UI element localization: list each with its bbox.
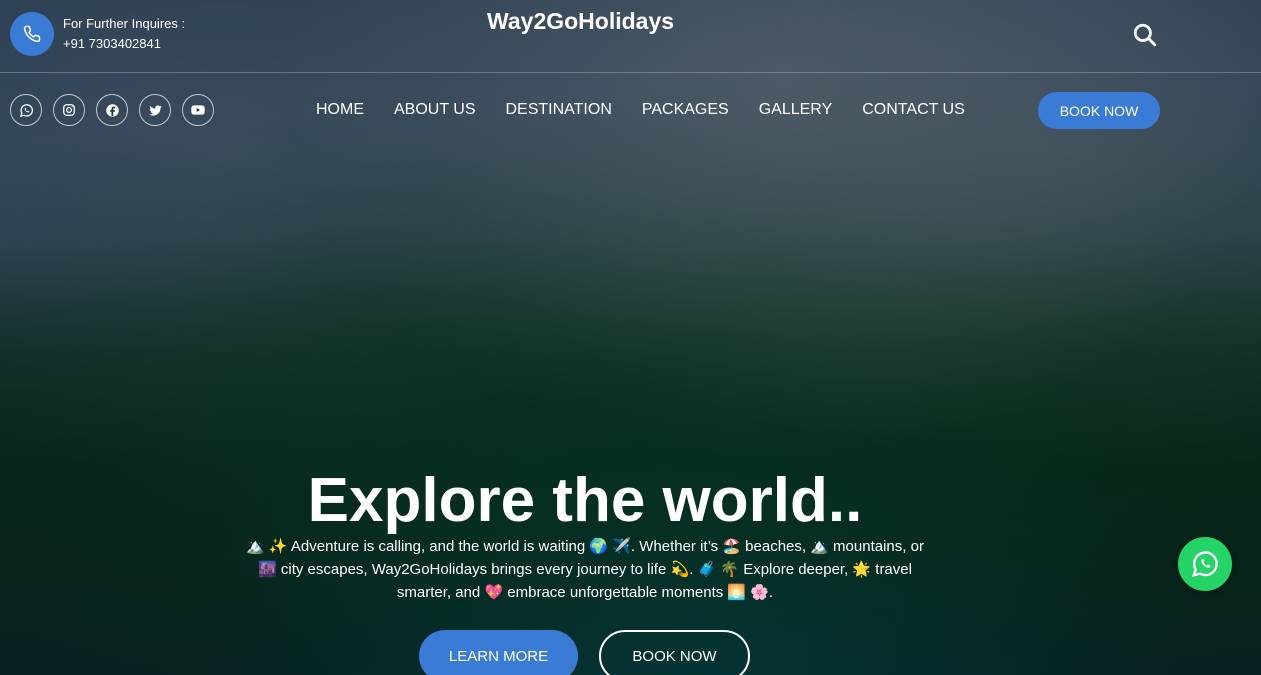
facebook-icon[interactable] bbox=[96, 94, 128, 126]
phone-number[interactable]: +91 7303402841 bbox=[63, 34, 185, 54]
nav-packages[interactable]: PACKAGES bbox=[642, 99, 729, 121]
nav-about-us[interactable]: ABOUT US bbox=[394, 99, 476, 121]
social-links bbox=[10, 94, 214, 126]
whatsapp-icon bbox=[1191, 551, 1218, 577]
book-now-hero-button[interactable]: BOOK NOW bbox=[599, 630, 750, 675]
search-icon[interactable] bbox=[1130, 20, 1160, 50]
nav-destination[interactable]: DESTINATION bbox=[506, 99, 612, 121]
hero-actions: LEARN MORE BOOK NOW bbox=[419, 630, 750, 675]
brand-logo[interactable]: Way2GoHolidays bbox=[487, 8, 674, 35]
instagram-icon[interactable] bbox=[53, 94, 85, 126]
main-nav: HOME ABOUT US DESTINATION PACKAGES GALLE… bbox=[316, 99, 965, 121]
whatsapp-chat-button[interactable] bbox=[1178, 537, 1232, 591]
inquiry-label: For Further Inquires : bbox=[63, 16, 186, 31]
book-now-nav-button[interactable]: BOOK NOW bbox=[1038, 92, 1160, 129]
nav-contact-us[interactable]: CONTACT US bbox=[862, 99, 965, 121]
youtube-icon[interactable] bbox=[182, 94, 214, 126]
hero-description: 🏔️ ✨ Adventure is calling, and the world… bbox=[246, 538, 924, 601]
hero-title: Explore the world.. bbox=[307, 465, 863, 535]
nav-home[interactable]: HOME bbox=[316, 99, 364, 121]
twitter-icon[interactable] bbox=[139, 94, 171, 126]
whatsapp-icon[interactable] bbox=[10, 94, 42, 126]
learn-more-button[interactable]: LEARN MORE bbox=[419, 630, 578, 675]
page: For Further Inquires : +91 7303402841 Wa… bbox=[0, 0, 1261, 675]
phone-icon[interactable] bbox=[10, 12, 54, 56]
top-header: For Further Inquires : +91 7303402841 Wa… bbox=[0, 0, 1261, 73]
inquiry-info: For Further Inquires : +91 7303402841 bbox=[63, 14, 185, 54]
nav-gallery[interactable]: GALLERY bbox=[759, 99, 833, 121]
